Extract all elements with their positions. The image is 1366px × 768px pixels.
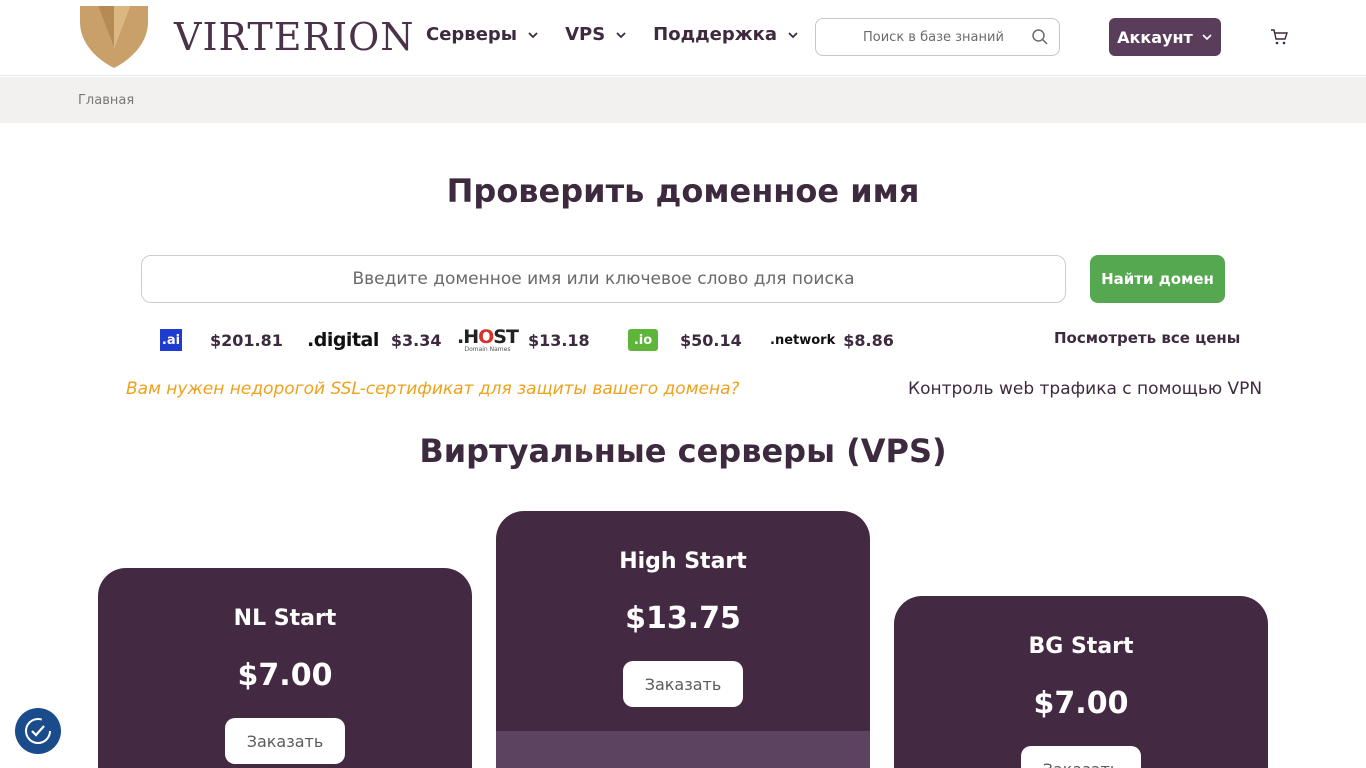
site-header: VIRTERION Серверы VPS Поддержка Аккаунт [0, 0, 1366, 76]
plan-card-nl-start: NL Start $7.00 Заказать [98, 568, 472, 768]
plan-name: High Start [619, 549, 747, 574]
tld-item-host[interactable]: .HOST Domain Names $13.18 [457, 326, 590, 354]
chevron-down-icon [1202, 34, 1212, 41]
nav-support-label: Поддержка [653, 24, 778, 45]
order-button[interactable]: Заказать [1021, 746, 1141, 768]
plan-card-high-start: High Start $13.75 Заказать [496, 511, 870, 768]
vpn-link[interactable]: Контроль web трафика с помощью VPN [908, 379, 1262, 399]
tld-host-logo: .HOST Domain Names [457, 325, 519, 353]
vps-section-title: Виртуальные серверы (VPS) [419, 432, 947, 470]
chevron-down-icon [528, 31, 538, 38]
tld-network-price: $8.86 [843, 330, 894, 350]
nav-support[interactable]: Поддержка [653, 24, 799, 45]
tld-network-logo: .network [770, 332, 836, 348]
domain-search-input[interactable] [141, 255, 1066, 303]
nav-servers[interactable]: Серверы [426, 24, 539, 45]
order-button[interactable]: Заказать [225, 718, 345, 764]
tld-item-ai[interactable]: .ai $201.81 [160, 326, 283, 354]
ssl-certificate-link[interactable]: Вам нужен недорогой SSL-сертификат для з… [126, 379, 740, 399]
tld-ai-price: $201.81 [210, 330, 283, 350]
logo[interactable]: VIRTERION [78, 4, 415, 70]
chevron-down-icon [616, 31, 626, 38]
nav-vps[interactable]: VPS [565, 24, 627, 45]
breadcrumb-bar: Главная [0, 77, 1366, 123]
view-all-prices-link[interactable]: Посмотреть все цены [1054, 329, 1240, 347]
tld-io-logo: .io [628, 329, 658, 351]
brand-name: VIRTERION [174, 15, 415, 59]
breadcrumb[interactable]: Главная [78, 93, 134, 108]
tld-item-io[interactable]: .io $50.14 [628, 326, 742, 354]
cart-icon[interactable] [1270, 28, 1288, 46]
plan-price: $7.00 [237, 658, 333, 693]
search-input[interactable] [863, 29, 1013, 45]
main-nav: Серверы VPS Поддержка [426, 24, 799, 45]
nav-vps-label: VPS [565, 24, 606, 45]
plan-name: BG Start [1028, 634, 1134, 659]
plan-features-strip [496, 731, 870, 768]
tld-digital-logo: .digital [307, 329, 379, 351]
find-domain-button[interactable]: Найти домен [1090, 255, 1225, 303]
nav-servers-label: Серверы [426, 24, 518, 45]
order-button[interactable]: Заказать [623, 661, 743, 707]
tld-host-price: $13.18 [527, 330, 590, 350]
cookie-consent-button[interactable] [15, 708, 61, 754]
knowledge-search [815, 18, 1060, 56]
checkmark-badge-icon [25, 718, 51, 744]
tld-ai-logo: .ai [160, 329, 182, 351]
plan-name: NL Start [233, 606, 337, 631]
account-button[interactable]: Аккаунт [1109, 18, 1221, 56]
plan-price: $13.75 [625, 601, 741, 636]
tld-item-digital[interactable]: .digital $3.34 [307, 326, 441, 354]
tld-io-price: $50.14 [680, 330, 742, 350]
search-icon[interactable] [1031, 28, 1049, 46]
plan-price: $7.00 [1033, 686, 1129, 721]
logo-mark-icon [80, 6, 148, 68]
chevron-down-icon [788, 31, 798, 38]
tld-digital-price: $3.34 [390, 330, 442, 350]
tld-item-network[interactable]: .network $8.86 [770, 326, 894, 354]
plan-card-bg-start: BG Start $7.00 Заказать [894, 596, 1268, 768]
domain-section-title: Проверить доменное имя [446, 172, 920, 210]
account-label: Аккаунт [1117, 27, 1193, 47]
